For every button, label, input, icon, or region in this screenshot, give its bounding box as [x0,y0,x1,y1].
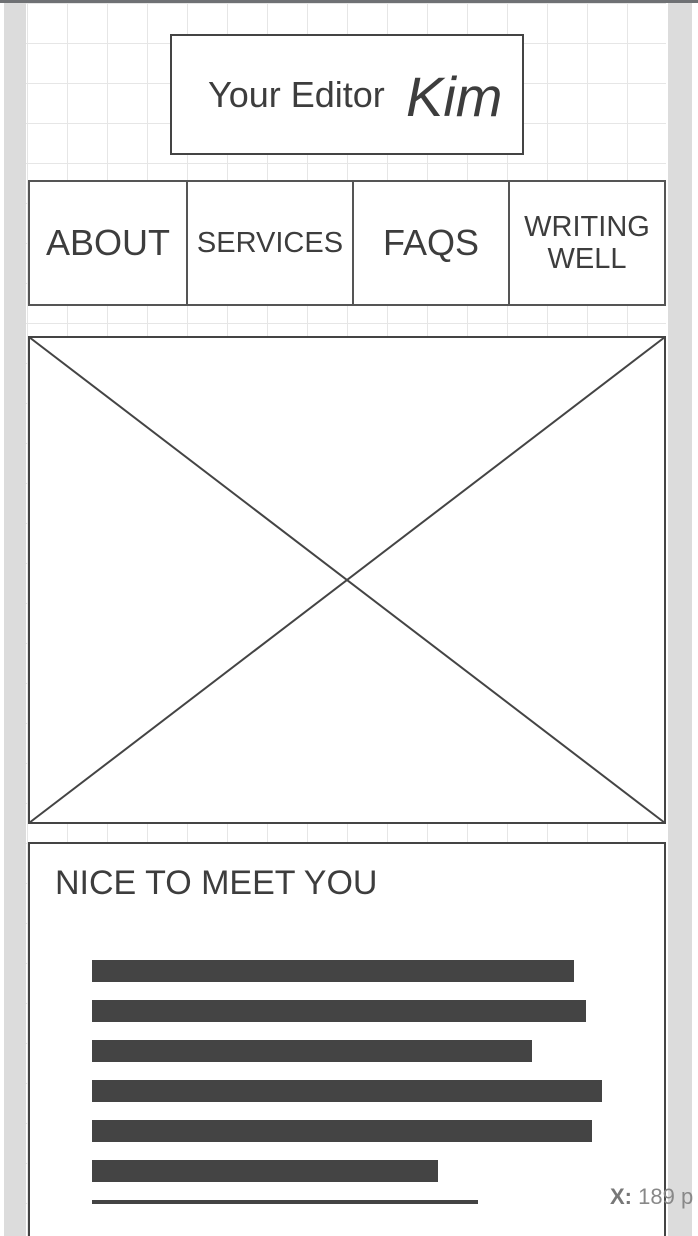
right-rail [666,3,698,1236]
nav-faqs-label: FAQS [382,222,480,263]
logo-box[interactable]: Your Editor Kim [170,34,524,155]
nav-writing-well-line1: WRITING [524,211,650,243]
right-scroll-rail[interactable] [668,3,692,1236]
nav-services[interactable]: SERVICES [186,180,354,306]
nav-about[interactable]: ABOUT [28,180,188,306]
coordinate-x-value: 189 p [638,1184,694,1209]
main-nav: ABOUT SERVICES FAQS WRITING WELL [28,180,666,308]
nav-about-label: ABOUT [45,222,170,263]
wireframe-page: Your Editor Kim ABOUT SERVICES FAQS WRIT… [0,0,698,1236]
nav-writing-well-label: WRITING WELL [524,211,650,275]
logo-name: Kim [406,65,503,128]
text-placeholder-line [92,1160,438,1182]
intro-panel[interactable]: NICE TO MEET YOU [28,842,666,1236]
nav-writing-well[interactable]: WRITING WELL [508,180,666,306]
text-placeholder-line [92,1200,478,1204]
text-placeholder-line [92,960,574,982]
left-scroll-rail[interactable] [4,3,26,1236]
intro-heading: NICE TO MEET YOU [55,864,378,902]
hero-image-placeholder[interactable] [28,336,666,824]
left-rail [0,3,26,1236]
text-placeholder-line [92,1120,592,1142]
text-placeholder-line [92,1000,586,1022]
image-placeholder-icon [28,336,666,824]
nav-writing-well-line2: WELL [547,243,627,275]
nav-faqs[interactable]: FAQS [352,180,510,306]
text-placeholder-line [92,1040,532,1062]
coordinate-x-label: X: [610,1184,632,1209]
nav-services-label: SERVICES [196,226,344,259]
text-placeholder-line [92,1080,602,1102]
coordinate-readout: X: 189 p [610,1184,693,1210]
logo-prefix: Your Editor [208,74,385,115]
